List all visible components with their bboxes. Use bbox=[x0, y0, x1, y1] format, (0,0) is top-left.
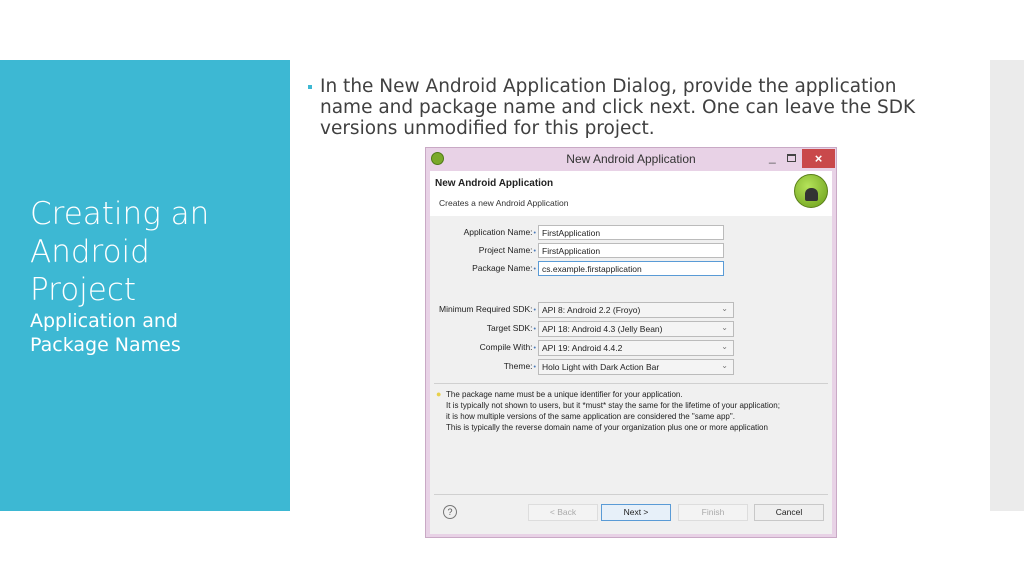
chevron-down-icon: ⌄ bbox=[721, 304, 728, 313]
lightbulb-icon: ● bbox=[436, 389, 442, 399]
android-logo-icon bbox=[794, 174, 828, 208]
subtitle-line: Package Names bbox=[30, 334, 181, 356]
header-description: Creates a new Android Application bbox=[439, 198, 569, 208]
subtitle-line: Application and bbox=[30, 310, 178, 332]
application-name-label: Application Name: bbox=[430, 227, 536, 237]
dialog-header: New Android Application Creates a new An… bbox=[430, 171, 832, 216]
slide-title: Creating an Android Project Application … bbox=[30, 195, 209, 357]
compile-with-label: Compile With: bbox=[430, 342, 536, 352]
title-line: Project bbox=[30, 272, 137, 308]
hint-line: it is how multiple versions of the same … bbox=[446, 412, 735, 421]
min-sdk-label: Minimum Required SDK: bbox=[430, 304, 536, 314]
maximize-button[interactable] bbox=[787, 154, 796, 162]
hint-line: It is typically not shown to users, but … bbox=[446, 401, 780, 410]
theme-label: Theme: bbox=[430, 361, 536, 371]
select-value: API 18: Android 4.3 (Jelly Bean) bbox=[542, 324, 663, 334]
select-value: API 8: Android 2.2 (Froyo) bbox=[542, 305, 641, 315]
new-android-application-dialog: New Android Application _ × New Android … bbox=[425, 147, 837, 538]
cancel-button[interactable]: Cancel bbox=[754, 504, 824, 521]
back-button[interactable]: < Back bbox=[528, 504, 598, 521]
hint-line: This is typically the reverse domain nam… bbox=[446, 423, 768, 432]
min-sdk-select[interactable]: API 8: Android 2.2 (Froyo) ⌄ bbox=[538, 302, 734, 318]
chevron-down-icon: ⌄ bbox=[721, 361, 728, 370]
divider bbox=[434, 494, 828, 495]
package-name-label: Package Name: bbox=[430, 263, 536, 273]
application-name-input[interactable]: FirstApplication bbox=[538, 225, 724, 240]
title-bar: New Android Application _ × bbox=[426, 148, 836, 171]
bullet-text: In the New Android Application Dialog, p… bbox=[306, 76, 946, 139]
hint-line: The package name must be a unique identi… bbox=[446, 390, 683, 399]
target-sdk-select[interactable]: API 18: Android 4.3 (Jelly Bean) ⌄ bbox=[538, 321, 734, 337]
chevron-down-icon: ⌄ bbox=[721, 323, 728, 332]
select-value: API 19: Android 4.4.2 bbox=[542, 343, 623, 353]
header-title: New Android Application bbox=[435, 178, 554, 189]
title-line: Android bbox=[30, 234, 150, 270]
theme-select[interactable]: Holo Light with Dark Action Bar ⌄ bbox=[538, 359, 734, 375]
close-button[interactable]: × bbox=[802, 149, 835, 168]
divider bbox=[434, 383, 828, 384]
next-button[interactable]: Next > bbox=[601, 504, 671, 521]
help-button[interactable]: ? bbox=[443, 505, 457, 519]
select-value: Holo Light with Dark Action Bar bbox=[542, 362, 660, 372]
chevron-down-icon: ⌄ bbox=[721, 342, 728, 351]
dialog-body: Application Name: FirstApplication Proje… bbox=[430, 216, 832, 534]
finish-button[interactable]: Finish bbox=[678, 504, 748, 521]
side-bar bbox=[990, 60, 1024, 511]
minimize-button[interactable]: _ bbox=[769, 150, 776, 164]
hint-text: ● The package name must be a unique iden… bbox=[436, 389, 828, 433]
target-sdk-label: Target SDK: bbox=[430, 323, 536, 333]
title-line: Creating an bbox=[30, 196, 210, 232]
project-name-input[interactable]: FirstApplication bbox=[538, 243, 724, 258]
compile-with-select[interactable]: API 19: Android 4.4.2 ⌄ bbox=[538, 340, 734, 356]
package-name-input[interactable]: cs.example.firstapplication bbox=[538, 261, 724, 276]
project-name-label: Project Name: bbox=[430, 245, 536, 255]
